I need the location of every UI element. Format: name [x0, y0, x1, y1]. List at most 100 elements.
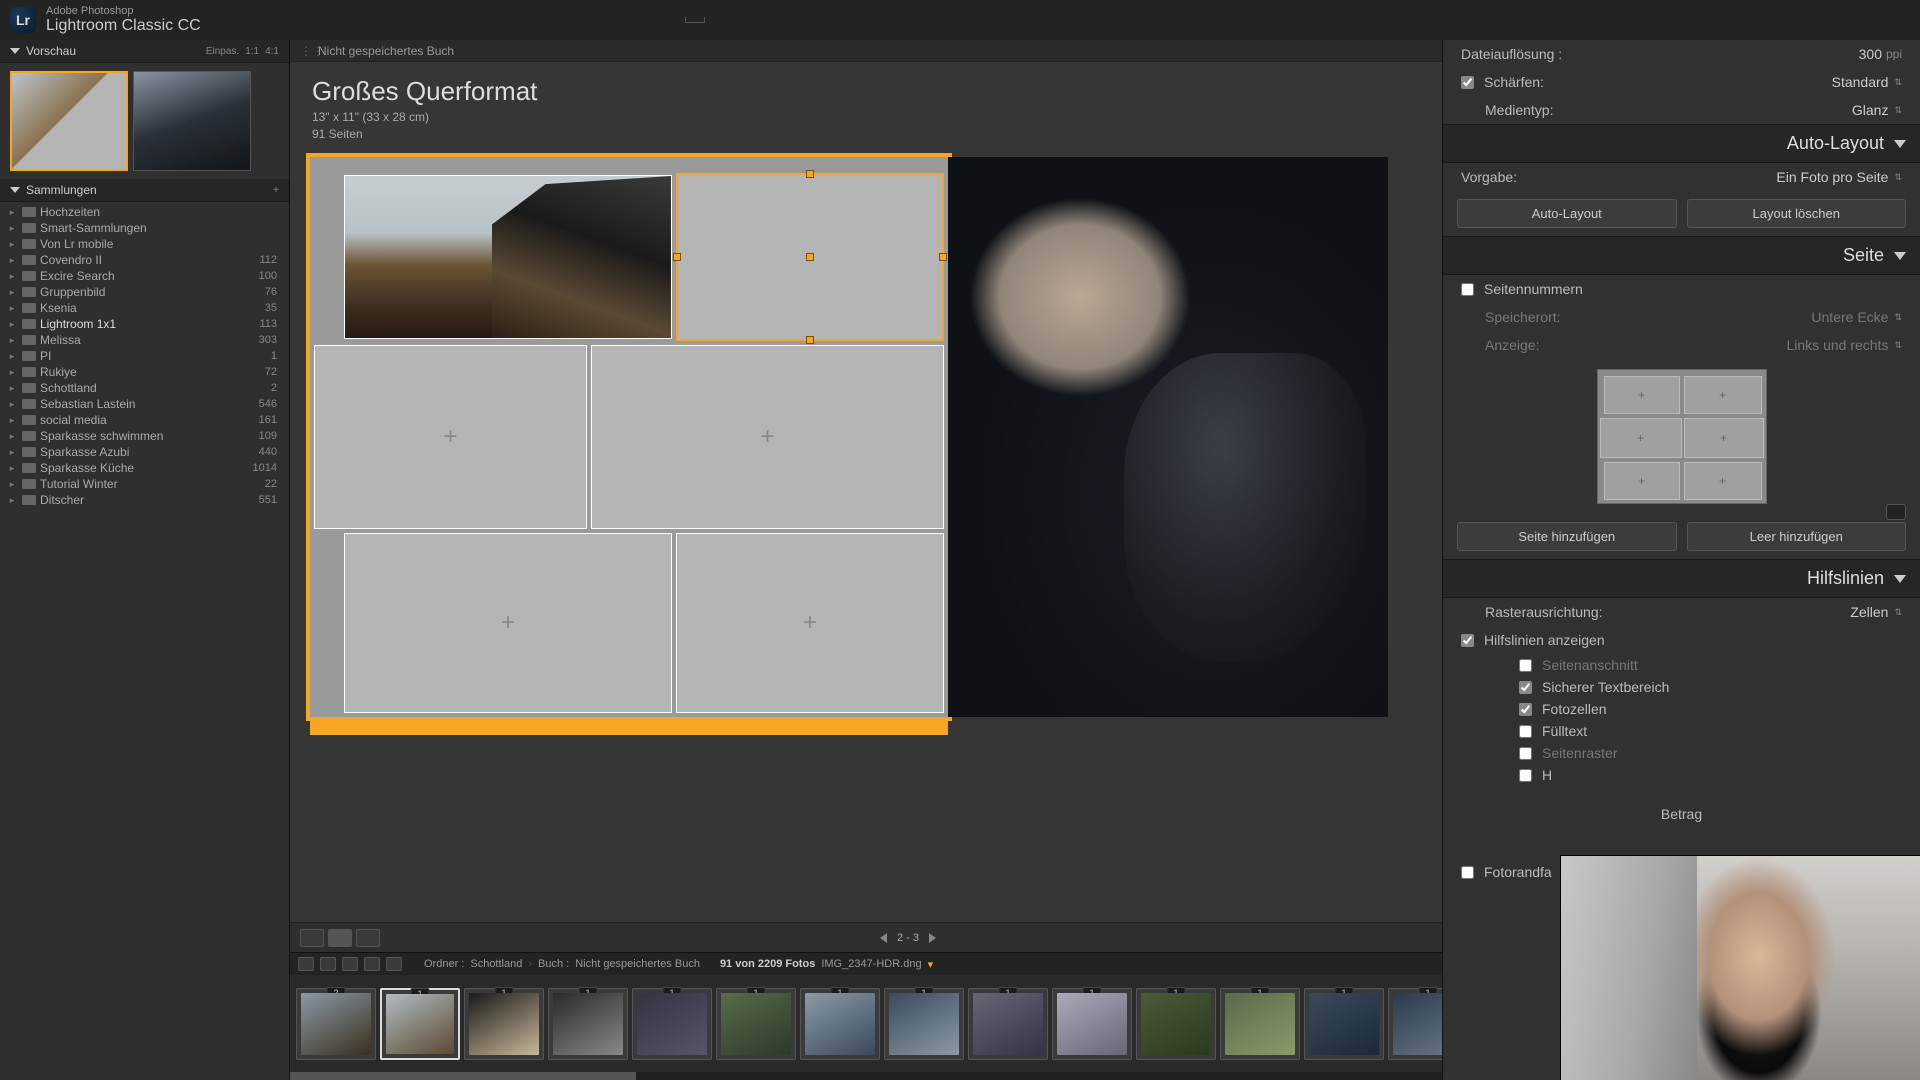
- collection-item[interactable]: ▸Schottland2: [6, 380, 283, 396]
- fs-tool-4[interactable]: [364, 957, 380, 971]
- collection-item[interactable]: ▸Lightroom 1x1113: [6, 316, 283, 332]
- view-grid-button[interactable]: [300, 929, 324, 947]
- page-left[interactable]: Fototext hinzufügen + + + + 2: [310, 157, 948, 717]
- fs-tool-5[interactable]: [386, 957, 402, 971]
- preset-row[interactable]: Vorgabe: Ein Foto pro Seite ⇅: [1443, 163, 1920, 191]
- resize-handle-w[interactable]: [673, 253, 681, 261]
- filmstrip-thumb[interactable]: 1: [1136, 988, 1216, 1060]
- view-spread-button[interactable]: [328, 929, 352, 947]
- guide-option-row[interactable]: H: [1519, 764, 1920, 786]
- view-single-button[interactable]: [356, 929, 380, 947]
- fs-tool-3[interactable]: [342, 957, 358, 971]
- sharpen-checkbox[interactable]: [1461, 76, 1474, 89]
- collections-panel-header[interactable]: Sammlungen +: [0, 179, 289, 202]
- guide-opt-checkbox[interactable]: [1519, 659, 1532, 672]
- resize-handle-c[interactable]: [806, 253, 814, 261]
- collection-item[interactable]: ▸Von Lr mobile: [6, 236, 283, 252]
- collection-item[interactable]: ▸Gruppenbild76: [6, 284, 283, 300]
- filmstrip-thumb[interactable]: 1: [968, 988, 1048, 1060]
- photo-cell-5[interactable]: +: [344, 533, 672, 713]
- fs-folder-name[interactable]: Schottland: [470, 958, 522, 970]
- page-section-header[interactable]: Seite: [1443, 236, 1920, 275]
- fit-option[interactable]: Einpas.: [206, 46, 239, 57]
- photo-cell-6[interactable]: +: [676, 533, 944, 713]
- preview-thumb-right[interactable]: [133, 71, 251, 171]
- autolayout-button[interactable]: Auto-Layout: [1457, 199, 1677, 228]
- prev-page-button[interactable]: [880, 933, 887, 943]
- resolution-value[interactable]: 300: [1859, 46, 1882, 62]
- filmstrip-thumb[interactable]: 1: [464, 988, 544, 1060]
- preset-value[interactable]: Ein Foto pro Seite: [1776, 169, 1888, 185]
- fs-tool-2[interactable]: [320, 957, 336, 971]
- guide-option-row[interactable]: Seitenraster: [1519, 742, 1920, 764]
- page-options-button[interactable]: [930, 721, 944, 733]
- collection-item[interactable]: ▸Ditscher551: [6, 492, 283, 508]
- filmstrip-thumb[interactable]: 1: [800, 988, 880, 1060]
- add-page-button[interactable]: Seite hinzufügen: [1457, 522, 1677, 551]
- resize-handle-s[interactable]: [806, 336, 814, 344]
- show-guides-checkbox[interactable]: [1461, 634, 1474, 647]
- filmstrip-thumb[interactable]: 1: [632, 988, 712, 1060]
- next-page-button[interactable]: [929, 933, 936, 943]
- filmstrip-thumb[interactable]: 1: [548, 988, 628, 1060]
- sharpen-row[interactable]: Schärfen: Standard ⇅: [1443, 68, 1920, 96]
- page-right[interactable]: 3: [948, 157, 1388, 717]
- filmstrip-thumbs[interactable]: 21111111111111111: [290, 975, 1442, 1072]
- collection-item[interactable]: ▸social media161: [6, 412, 283, 428]
- collection-item[interactable]: ▸Tutorial Winter22: [6, 476, 283, 492]
- collection-item[interactable]: ▸Ksenia35: [6, 300, 283, 316]
- add-blank-button[interactable]: Leer hinzufügen: [1687, 522, 1907, 551]
- filmstrip-thumb[interactable]: 1: [884, 988, 964, 1060]
- photo-cell-1[interactable]: [344, 175, 672, 339]
- filmstrip-thumb[interactable]: 1: [1388, 988, 1442, 1060]
- collection-item[interactable]: ▸Sebastian Lastein546: [6, 396, 283, 412]
- chevrons-icon[interactable]: ⇅: [1894, 77, 1902, 88]
- collection-item[interactable]: ▸Smart-Sammlungen: [6, 220, 283, 236]
- chevrons-icon[interactable]: ⇅: [1894, 105, 1902, 116]
- resize-handle-e[interactable]: [939, 253, 947, 261]
- panel-toggle-notch-icon[interactable]: [685, 17, 705, 23]
- chevrons-icon[interactable]: ⇅: [1894, 607, 1902, 618]
- filmstrip-thumb[interactable]: 1: [1220, 988, 1300, 1060]
- guide-opt-checkbox[interactable]: [1519, 769, 1532, 782]
- media-row[interactable]: Medientyp: Glanz ⇅: [1443, 96, 1920, 124]
- collection-item[interactable]: ▸Sparkasse schwimmen109: [6, 428, 283, 444]
- filmstrip-scrollbar[interactable]: [290, 1072, 1442, 1080]
- filmstrip-thumb[interactable]: 1: [380, 988, 460, 1060]
- filmstrip-thumb[interactable]: 1: [1304, 988, 1384, 1060]
- book-canvas[interactable]: Fototext hinzufügen + + + + 2 3: [290, 147, 1442, 922]
- fs-book-name[interactable]: Nicht gespeichertes Buch: [575, 958, 700, 970]
- collection-item[interactable]: ▸PI1: [6, 348, 283, 364]
- filmstrip-thumb[interactable]: 2: [296, 988, 376, 1060]
- guide-option-row[interactable]: Sicherer Textbereich: [1519, 676, 1920, 698]
- page-layout-preview[interactable]: + + + + + +: [1597, 369, 1767, 504]
- autolayout-section-header[interactable]: Auto-Layout: [1443, 124, 1920, 163]
- grid-align-row[interactable]: Rasterausrichtung: Zellen ⇅: [1443, 598, 1920, 626]
- collection-item[interactable]: ▸Covendro II112: [6, 252, 283, 268]
- photo-cell-2-selected[interactable]: [676, 173, 944, 341]
- photoedge-checkbox[interactable]: [1461, 866, 1474, 879]
- guide-opt-checkbox[interactable]: [1519, 703, 1532, 716]
- guide-opt-checkbox[interactable]: [1519, 725, 1532, 738]
- collection-item[interactable]: ▸Rukiye72: [6, 364, 283, 380]
- collection-item[interactable]: ▸Hochzeiten: [6, 204, 283, 220]
- guides-section-header[interactable]: Hilfslinien: [1443, 559, 1920, 598]
- layout-popup-button[interactable]: [1886, 504, 1906, 520]
- photo-cell-3[interactable]: +: [314, 345, 587, 529]
- collection-item[interactable]: ▸Excire Search100: [6, 268, 283, 284]
- fs-tool-1[interactable]: [298, 957, 314, 971]
- sharpen-value[interactable]: Standard: [1832, 74, 1889, 90]
- ratio-1-1[interactable]: 1:1: [245, 46, 259, 57]
- amount-row[interactable]: Betrag: [1443, 800, 1920, 828]
- guide-opt-checkbox[interactable]: [1519, 747, 1532, 760]
- collection-item[interactable]: ▸Sparkasse Küche1014: [6, 460, 283, 476]
- collections-list[interactable]: ▸Hochzeiten▸Smart-Sammlungen▸Von Lr mobi…: [0, 202, 289, 1080]
- ratio-4-1[interactable]: 4:1: [265, 46, 279, 57]
- pagenumbers-checkbox[interactable]: [1461, 283, 1474, 296]
- chevrons-icon[interactable]: ⇅: [1894, 172, 1902, 183]
- collection-item[interactable]: ▸Sparkasse Azubi440: [6, 444, 283, 460]
- clear-layout-button[interactable]: Layout löschen: [1687, 199, 1907, 228]
- preview-thumb-left[interactable]: [10, 71, 128, 171]
- pagenumbers-row[interactable]: Seitennummern: [1443, 275, 1920, 303]
- filmstrip-thumb[interactable]: 1: [1052, 988, 1132, 1060]
